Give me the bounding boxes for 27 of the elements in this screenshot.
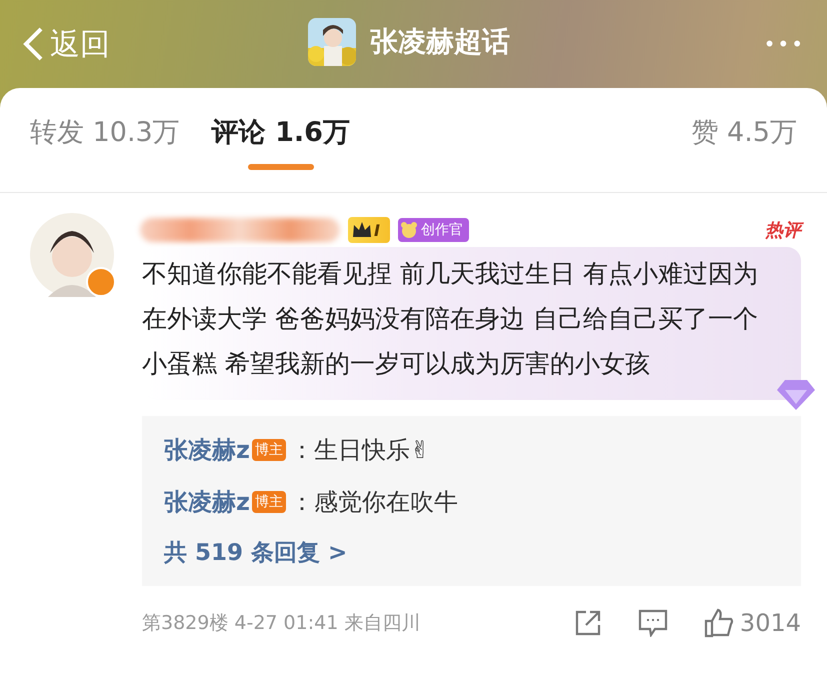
chevron-left-icon (22, 26, 44, 62)
comment-text: 不知道你能不能看见捏 前几天我过生日 有点小难过因为在外读大学 爸爸妈妈没有陪在身边 自己给自己买了一个小蛋糕 希望我新的一岁可以成为厉害的小女孩 (142, 259, 758, 378)
reply-author-link[interactable]: 张凌赫z (164, 434, 250, 466)
crown-icon (352, 221, 372, 239)
tab-underline (248, 164, 314, 170)
author-badge: 博主 (252, 439, 286, 461)
reply-text: ：生日快乐✌ (290, 435, 430, 466)
bear-icon (400, 221, 418, 239)
role-badge: 创作官 (398, 218, 469, 242)
author-badge: 博主 (252, 491, 286, 513)
more-replies-link[interactable]: 共 519 条回复 > (164, 530, 779, 574)
reply-text: ：感觉你在吹牛 (290, 487, 458, 518)
tab[interactable]: 评论 1.6万 (212, 88, 350, 170)
tab[interactable]: 赞 4.5万 (691, 88, 797, 150)
like-button[interactable]: 3014 (704, 608, 801, 638)
share-button[interactable] (574, 609, 602, 637)
comment-icon (638, 609, 668, 637)
comment-button[interactable] (638, 609, 668, 637)
more-button[interactable]: ••• (764, 32, 805, 56)
page-title: 张凌赫超话 (370, 24, 510, 60)
comment-meta: 第3829楼 4-27 01:41 来自四川 (142, 611, 422, 636)
tab[interactable]: 转发 10.3万 (30, 88, 180, 150)
share-icon (574, 609, 602, 637)
level-badge: I (348, 217, 390, 243)
back-button[interactable]: 返回 (22, 24, 110, 64)
reply-author-link[interactable]: 张凌赫z (164, 486, 250, 518)
thumbs-up-icon (704, 608, 734, 638)
